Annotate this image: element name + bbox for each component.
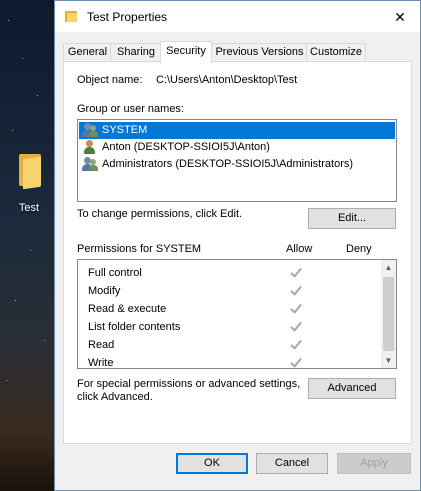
folder-icon [65,10,77,22]
users-listbox[interactable]: SYSTEM Anton (DESKTOP-SSIOI5J\Anton) Adm… [77,119,397,202]
user-row-anton[interactable]: Anton (DESKTOP-SSIOI5J\Anton) [79,139,395,156]
desktop-folder-test[interactable]: Test [6,152,52,214]
scroll-thumb[interactable] [383,277,394,351]
scroll-down-icon[interactable]: ▼ [381,353,396,368]
close-icon: ✕ [394,9,406,25]
user-name: SYSTEM [102,124,148,136]
tab-sharing[interactable]: Sharing [110,43,162,61]
folder-icon [15,152,43,190]
tab-customize[interactable]: Customize [306,43,366,61]
allow-check-icon [289,356,303,368]
special-permissions-text-2: click Advanced. [77,391,153,403]
security-panel: Object name: C:\Users\Anton\Desktop\Test… [63,61,412,444]
desktop-folder-label: Test [18,202,40,214]
permission-row: Read [88,339,115,351]
cancel-button[interactable]: Cancel [256,453,328,474]
user-icon [82,140,98,155]
permissions-list[interactable]: Full control Modify Read & execute List … [77,259,397,369]
title-bar[interactable]: Test Properties ✕ [55,1,420,32]
allow-check-icon [289,320,303,334]
group-users-label: Group or user names: [77,103,184,115]
properties-window: Test Properties ✕ General Sharing Securi… [54,0,421,491]
user-name: Anton (DESKTOP-SSIOI5J\Anton) [102,141,270,153]
object-name-label: Object name: [77,74,143,86]
allow-header: Allow [286,243,313,255]
user-row-administrators[interactable]: Administrators (DESKTOP-SSIOI5J\Administ… [79,156,395,173]
tab-previous-versions[interactable]: Previous Versions [211,43,308,61]
apply-button[interactable]: Apply [337,453,411,474]
object-name-value: C:\Users\Anton\Desktop\Test [156,74,298,86]
allow-check-icon [289,302,303,316]
permission-row: List folder contents [88,321,181,333]
advanced-button[interactable]: Advanced [308,378,396,399]
tab-general[interactable]: General [63,43,112,61]
close-button[interactable]: ✕ [386,5,414,29]
group-users-icon [82,157,98,172]
group-users-icon [82,123,98,138]
permission-row: Write [88,357,114,369]
user-name: Administrators (DESKTOP-SSIOI5J\Administ… [102,158,354,170]
deny-header: Deny [346,243,372,255]
special-permissions-text-1: For special permissions or advanced sett… [77,378,301,390]
window-title: Test Properties [87,10,168,24]
permission-row: Read & execute [88,303,167,315]
permission-row: Modify [88,285,121,297]
allow-check-icon [289,284,303,298]
allow-check-icon [289,266,303,280]
tab-security[interactable]: Security [160,41,212,63]
permission-row: Full control [88,267,142,279]
edit-button[interactable]: Edit... [308,208,396,229]
change-permissions-text: To change permissions, click Edit. [77,208,243,220]
permissions-scrollbar[interactable]: ▲ ▼ [381,260,396,368]
scroll-up-icon[interactable]: ▲ [381,260,396,275]
allow-check-icon [289,338,303,352]
permissions-header: Permissions for SYSTEM [77,243,202,255]
ok-button[interactable]: OK [176,453,248,474]
user-row-system[interactable]: SYSTEM [79,122,395,139]
